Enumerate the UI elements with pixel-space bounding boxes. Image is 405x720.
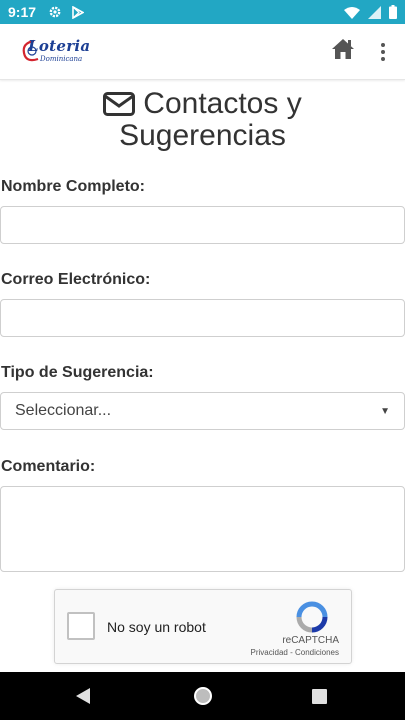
recaptcha-checkbox[interactable]: [67, 612, 95, 640]
overflow-menu-dot: [381, 50, 385, 54]
back-triangle-icon[interactable]: [76, 688, 90, 709]
envelope-icon: [103, 92, 136, 116]
status-bar: 9:17: [0, 0, 405, 24]
recaptcha-links[interactable]: Privacidad - Condiciones: [251, 648, 340, 657]
android-nav-bar: [0, 672, 405, 720]
home-button[interactable]: [331, 38, 355, 62]
overflow-menu-icon: [381, 43, 385, 47]
overflow-menu-dot: [381, 57, 385, 61]
app-screen: 9:17 Loteria Dominicana Contactos y Suge…: [0, 0, 405, 720]
name-input[interactable]: [0, 206, 405, 244]
page-title: Contactos y Sugerencias: [0, 88, 405, 152]
suggestion-type-value: Seleccionar...: [15, 402, 112, 419]
recents-square-icon[interactable]: [312, 689, 327, 709]
status-time: 9:17: [8, 4, 37, 20]
recaptcha-widget: No soy un robot reCAPTCHA Privacidad - C…: [54, 589, 352, 664]
loteria-logo[interactable]: Loteria Dominicana: [20, 37, 90, 67]
comment-label: Comentario:: [1, 458, 96, 475]
recaptcha-brand: reCAPTCHA: [282, 635, 339, 646]
email-input[interactable]: [0, 299, 405, 337]
recaptcha-logo-icon: [296, 601, 328, 633]
home-circle-icon[interactable]: [193, 686, 213, 711]
status-icons-left: [48, 5, 85, 19]
email-label: Correo Electrónico:: [1, 271, 151, 288]
page-title-line2: Sugerencias: [119, 119, 286, 152]
recaptcha-label: No soy un robot: [107, 619, 206, 635]
dropdown-arrow-icon: ▼: [380, 405, 390, 417]
page-title-line1: Contactos y: [143, 87, 302, 120]
overflow-menu-button[interactable]: [374, 38, 392, 66]
home-icon: [332, 39, 354, 59]
app-bar: Loteria Dominicana: [0, 24, 405, 80]
wifi-icon: [344, 6, 360, 19]
comment-textarea[interactable]: [0, 486, 405, 572]
signal-icon: [368, 5, 381, 19]
name-label: Nombre Completo:: [1, 178, 145, 195]
suggestion-type-label: Tipo de Sugerencia:: [1, 364, 154, 381]
logo-subtitle: Dominicana: [40, 55, 83, 63]
gear-icon: [48, 5, 62, 19]
suggestion-type-select[interactable]: Seleccionar... ▼: [0, 392, 405, 430]
play-store-icon: [72, 5, 85, 19]
status-icons-right: [344, 5, 397, 19]
logo-title: Loteria: [28, 37, 91, 55]
battery-icon: [389, 5, 397, 19]
